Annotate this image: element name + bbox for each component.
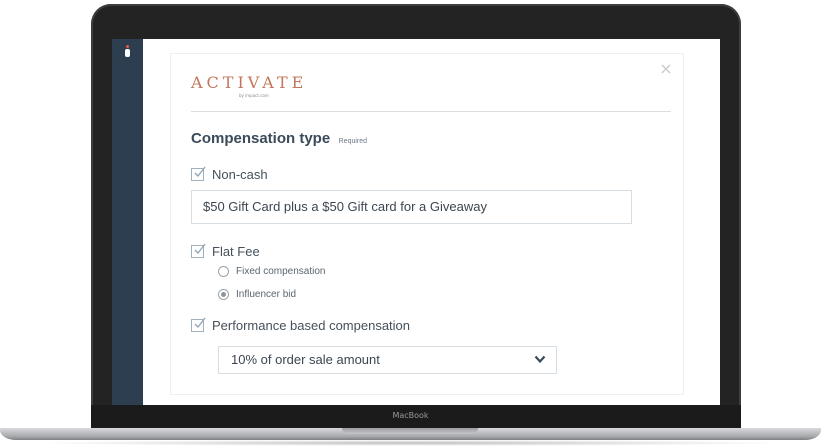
compensation-card: × ACTIVATE by impact.com Compensation ty… [170, 53, 684, 395]
non-cash-row[interactable]: Non-cash [191, 166, 268, 182]
sidebar [112, 39, 143, 405]
brand-name: ACTIVATE [191, 73, 308, 92]
performance-checkbox[interactable] [191, 317, 206, 332]
performance-select-value: 10% of order sale amount [231, 352, 380, 367]
required-label: Required [338, 138, 368, 145]
brand-logo: ACTIVATE by impact.com [191, 73, 308, 99]
radio-influencer-bid[interactable]: Influencer bid [218, 289, 296, 300]
flat-fee-label: Flat Fee [212, 244, 260, 259]
fixed-compensation-label: Fixed compensation [236, 266, 326, 277]
radio-fixed-compensation[interactable]: Fixed compensation [218, 266, 326, 277]
non-cash-input[interactable]: $50 Gift Card plus a $50 Gift card for a… [191, 190, 632, 224]
compensation-title: Compensation type [191, 130, 331, 147]
screen: × ACTIVATE by impact.com Compensation ty… [112, 39, 720, 405]
laptop-shadow [30, 440, 791, 446]
performance-select[interactable]: 10% of order sale amount [218, 346, 557, 374]
radio-influencer[interactable] [218, 289, 229, 300]
influencer-bid-label: Influencer bid [236, 289, 297, 300]
performance-row[interactable]: Performance based compensation [191, 317, 411, 333]
app-logo-icon[interactable] [124, 45, 131, 57]
non-cash-label: Non-cash [212, 167, 268, 182]
checkmark-icon [194, 317, 206, 328]
non-cash-checkbox[interactable] [191, 166, 206, 181]
brand-sub: by impact.com [239, 93, 269, 98]
laptop-notch [342, 428, 478, 434]
performance-label: Performance based compensation [212, 318, 411, 333]
section-title: Compensation type Required [191, 130, 367, 148]
divider [191, 111, 671, 112]
flat-fee-row[interactable]: Flat Fee [191, 243, 260, 259]
radio-fixed[interactable] [218, 266, 229, 277]
close-icon[interactable]: × [659, 61, 673, 77]
device-label: MacBook [392, 411, 429, 420]
chevron-down-icon [534, 355, 546, 364]
flat-fee-checkbox[interactable] [191, 243, 206, 258]
checkmark-icon [194, 166, 206, 177]
checkmark-icon [194, 243, 206, 254]
main-area: × ACTIVATE by impact.com Compensation ty… [143, 39, 720, 405]
